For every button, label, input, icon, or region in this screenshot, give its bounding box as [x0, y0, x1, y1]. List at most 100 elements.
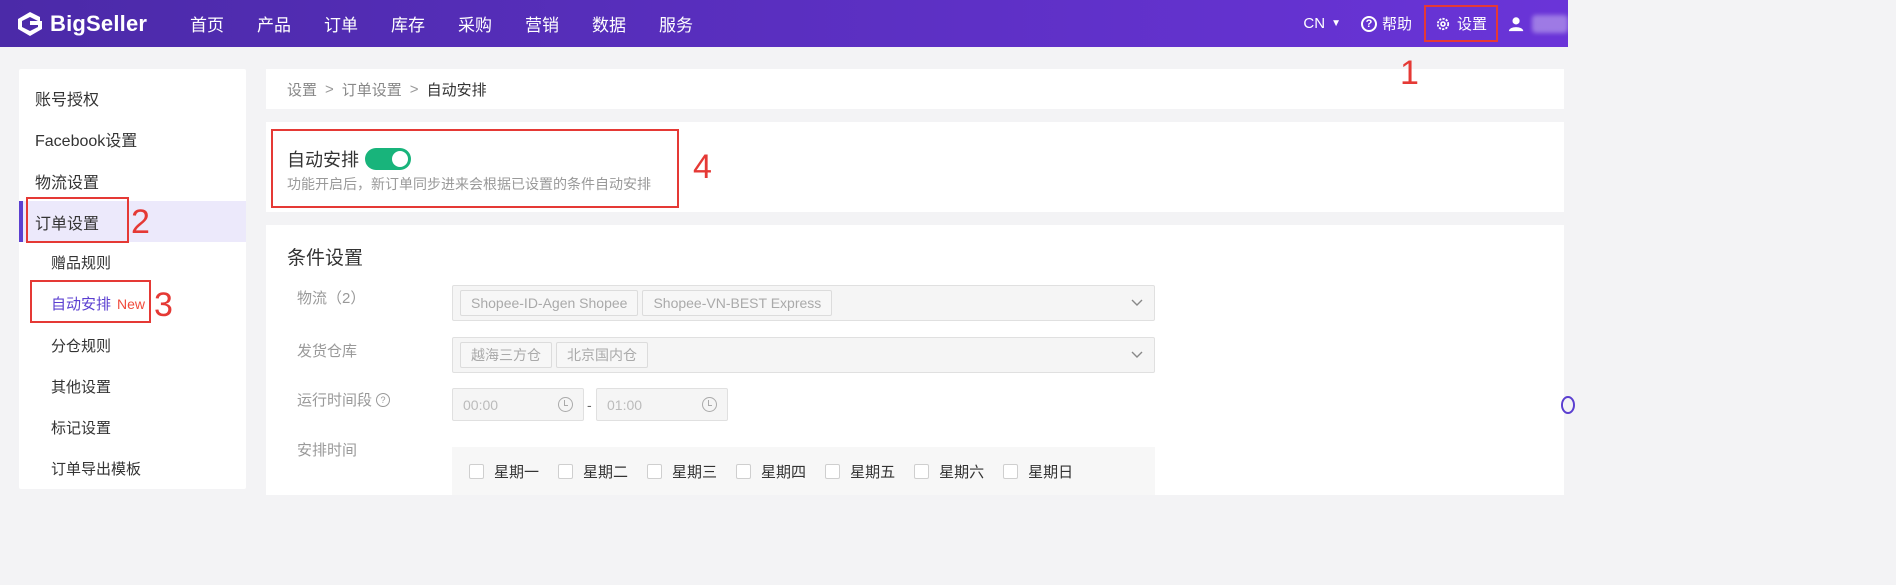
question-circle-icon: ?	[1360, 15, 1377, 32]
breadcrumb-settings[interactable]: 设置	[287, 79, 317, 100]
settings-label: 设置	[1456, 16, 1487, 33]
start-time-value: 00:00	[463, 396, 499, 413]
sidebar-item-label: 物流设置	[35, 174, 100, 192]
checkbox[interactable]	[914, 463, 930, 479]
language-selector[interactable]: CN ▼	[1303, 15, 1341, 32]
logistics-tag: Shopee-ID-Agen Shopee	[460, 290, 639, 316]
annotation-box-2	[26, 197, 129, 243]
user-menu[interactable]	[1508, 14, 1568, 33]
sidebar-item-tag-settings[interactable]: 标记设置	[19, 407, 246, 448]
weekday-label: 星期日	[1028, 463, 1074, 481]
weekday-label: 星期五	[850, 463, 896, 481]
user-icon	[1508, 16, 1524, 31]
weekday-checkbox-group: 星期一 星期二 星期三 星期四 星期五 星期六 星期日	[452, 447, 1155, 495]
header-actions: CN ▼ ? 帮助 设置	[1303, 0, 1568, 47]
checkbox[interactable]	[647, 463, 663, 479]
breadcrumb: 设置 > 订单设置 > 自动安排	[266, 69, 1564, 109]
checkbox[interactable]	[825, 463, 841, 479]
chevron-down-icon	[1131, 351, 1143, 358]
nav-home[interactable]: 首页	[190, 11, 224, 36]
logistics-tag: Shopee-VN-BEST Express	[642, 290, 833, 316]
run-time-label-row: 运行时间段 ?	[297, 389, 391, 410]
chevron-down-icon	[1131, 299, 1143, 306]
weekday-label: 星期六	[939, 463, 985, 481]
run-time-label: 运行时间段	[297, 392, 373, 409]
username-redacted	[1532, 14, 1568, 33]
logistics-select[interactable]: Shopee-ID-Agen Shopee Shopee-VN-BEST Exp…	[452, 285, 1155, 321]
annotation-label-2: 2	[131, 203, 150, 241]
schedule-label: 安排时间	[297, 442, 358, 459]
weekday-monday[interactable]: 星期一	[469, 461, 539, 482]
sidebar-item-facebook[interactable]: Facebook设置	[19, 118, 246, 159]
language-label: CN	[1303, 15, 1326, 32]
start-time-input[interactable]: 00:00	[452, 388, 584, 421]
sidebar-item-label: 订单导出模板	[51, 461, 142, 478]
sidebar-item-label: 标记设置	[51, 420, 112, 437]
brand-name: BigSeller	[50, 10, 148, 36]
settings-button[interactable]: 设置	[1423, 5, 1498, 42]
help-link[interactable]: ? 帮助	[1360, 13, 1412, 34]
nav-inventory[interactable]: 库存	[391, 11, 425, 36]
weekday-label: 星期一	[494, 463, 540, 481]
checkbox[interactable]	[736, 463, 752, 479]
breadcrumb-order-settings[interactable]: 订单设置	[342, 79, 402, 100]
nav-purchasing[interactable]: 采购	[458, 11, 492, 36]
conditions-title: 条件设置	[287, 248, 364, 269]
sidebar-item-label: Facebook设置	[35, 132, 138, 150]
bigseller-logo-icon	[18, 11, 42, 36]
weekday-label: 星期三	[672, 463, 718, 481]
nav-orders[interactable]: 订单	[324, 11, 358, 36]
sidebar-item-logistics[interactable]: 物流设置	[19, 160, 246, 201]
annotation-label-1: 1	[1400, 54, 1419, 92]
breadcrumb-separator: >	[325, 80, 334, 98]
breadcrumb-current: 自动安排	[426, 81, 487, 99]
time-range-separator: -	[587, 397, 592, 413]
end-time-input[interactable]: 01:00	[596, 388, 728, 421]
sidebar-item-account-auth[interactable]: 账号授权	[19, 77, 246, 118]
weekday-tuesday[interactable]: 星期二	[558, 461, 628, 482]
sidebar-item-label: 账号授权	[35, 91, 100, 109]
clock-icon	[702, 397, 717, 412]
weekday-sunday[interactable]: 星期日	[1003, 461, 1073, 482]
sidebar-item-warehouse-rules[interactable]: 分仓规则	[19, 325, 246, 366]
warehouse-select[interactable]: 越海三方仓 北京国内仓	[452, 337, 1155, 373]
annotation-label-3: 3	[154, 286, 173, 324]
caret-down-icon: ▼	[1331, 18, 1341, 29]
checkbox[interactable]	[558, 463, 574, 479]
checkbox[interactable]	[1003, 463, 1019, 479]
weekday-saturday[interactable]: 星期六	[914, 461, 984, 482]
breadcrumb-separator: >	[409, 80, 419, 98]
help-label: 帮助	[1381, 16, 1412, 33]
logistics-label: 物流（2）	[297, 290, 366, 307]
nav-products[interactable]: 产品	[257, 11, 291, 36]
conditions-card: 条件设置 物流（2） Shopee-ID-Agen Shopee Shopee-…	[266, 225, 1564, 495]
gear-icon	[1436, 17, 1450, 30]
nav-marketing[interactable]: 营销	[525, 11, 559, 36]
question-circle-icon[interactable]: ?	[376, 392, 391, 407]
bigseller-logo[interactable]: BigSeller	[16, 10, 186, 38]
nav-services[interactable]: 服务	[659, 11, 693, 36]
annotation-box-3	[30, 280, 151, 323]
sidebar-item-other-settings[interactable]: 其他设置	[19, 366, 246, 407]
warehouse-label: 发货仓库	[297, 343, 358, 360]
sidebar-item-label: 赠品规则	[51, 255, 112, 272]
settings-sidebar: 账号授权 Facebook设置 物流设置 订单设置 赠品规则 自动安排 New …	[19, 69, 246, 489]
sidebar-item-gift-rules[interactable]: 赠品规则	[19, 242, 246, 283]
sidebar-item-label: 其他设置	[51, 379, 112, 396]
main-nav: 首页 产品 订单 库存 采购 营销 数据 服务	[190, 11, 726, 36]
sidebar-item-export-template[interactable]: 订单导出模板	[19, 448, 246, 489]
weekday-label: 星期二	[583, 463, 629, 481]
annotation-box-4	[271, 129, 679, 208]
clock-icon	[558, 397, 573, 412]
weekday-wednesday[interactable]: 星期三	[647, 461, 717, 482]
end-time-value: 01:00	[607, 396, 643, 413]
weekday-thursday[interactable]: 星期四	[736, 461, 806, 482]
weekday-friday[interactable]: 星期五	[825, 461, 895, 482]
floating-help-icon[interactable]	[1561, 396, 1575, 414]
checkbox[interactable]	[469, 463, 484, 479]
warehouse-tag: 北京国内仓	[556, 342, 648, 368]
top-navigation-bar: BigSeller 首页 产品 订单 库存 采购 营销 数据 服务 CN ▼ ?…	[0, 0, 1568, 47]
nav-data[interactable]: 数据	[592, 11, 626, 36]
weekday-label: 星期四	[761, 463, 807, 481]
annotation-label-4: 4	[693, 148, 712, 186]
